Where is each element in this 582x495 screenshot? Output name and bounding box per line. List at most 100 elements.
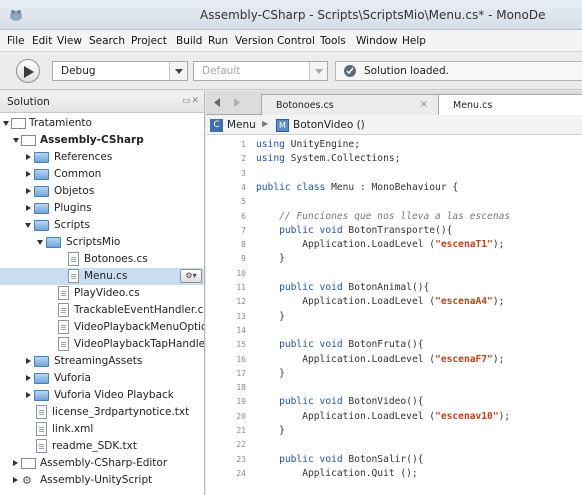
tree-item-videoplaybackmenuoption[interactable]: VideoPlaybackMenuOption <box>0 319 204 336</box>
menu-version-control[interactable]: Version Control <box>235 35 315 47</box>
collapse-icon[interactable] <box>13 477 18 483</box>
code-line[interactable]: 15 public void BotonFruta(){ <box>206 339 582 352</box>
code-line[interactable]: 1 using UnityEngine; <box>206 139 582 152</box>
code-line[interactable]: 3 <box>206 168 582 181</box>
menu-search[interactable]: Search <box>89 35 125 47</box>
code-text[interactable]: Application.LoadLevel ("escenaA4"); <box>256 296 504 307</box>
tree-item-link-xml[interactable]: link.xml <box>0 421 204 438</box>
code-text[interactable]: public void BotonVideo(){ <box>256 396 423 407</box>
code-text[interactable]: Application.Quit (); <box>256 468 418 479</box>
code-line[interactable]: 24 Application.Quit (); <box>206 468 582 481</box>
code-text[interactable]: } <box>256 368 285 379</box>
collapse-icon[interactable] <box>26 171 31 177</box>
code-line[interactable]: 13 } <box>206 311 582 324</box>
code-text[interactable]: Application.LoadLevel ("escenaF7"); <box>256 354 504 365</box>
code-text[interactable]: } <box>256 253 285 264</box>
code-text[interactable]: using UnityEngine; <box>256 139 360 150</box>
expand-icon[interactable] <box>25 223 31 228</box>
code-line[interactable]: 20 Application.LoadLevel ("escenav10"); <box>206 411 582 424</box>
code-line[interactable]: 12 Application.LoadLevel ("escenaA4"); <box>206 296 582 309</box>
menu-edit[interactable]: Edit <box>32 35 52 47</box>
code-line[interactable]: 23 public void BotonSalir(){ <box>206 454 582 467</box>
code-text[interactable]: // Funciones que nos lleva a las escenas <box>256 211 510 222</box>
code-line[interactable]: 2 using System.Collections; <box>206 153 582 166</box>
tree-item-videoplaybacktaphandler[interactable]: VideoPlaybackTapHandler <box>0 336 204 353</box>
gear-icon[interactable]: ⚙▾ <box>180 269 202 283</box>
code-text[interactable]: public void BotonFruta(){ <box>256 339 423 350</box>
code-line[interactable]: 11 public void BotonAnimal(){ <box>206 282 582 295</box>
tree-item-assembly-csharp[interactable]: Assembly-CSharp <box>0 132 204 149</box>
collapse-icon[interactable] <box>26 188 31 194</box>
menu-tools[interactable]: Tools <box>320 35 346 47</box>
menu-view[interactable]: View <box>57 35 82 47</box>
tree-item-readme-sdk-txt[interactable]: readme_SDK.txt <box>0 438 204 455</box>
pad-controls-icon[interactable]: ▭✕ <box>182 96 200 106</box>
code-line[interactable]: 14 <box>206 325 582 338</box>
code-line[interactable]: 16 Application.LoadLevel ("escenaF7"); <box>206 354 582 367</box>
code-line[interactable]: 10 <box>206 268 582 281</box>
tree-item-streamingassets[interactable]: StreamingAssets <box>0 353 204 370</box>
run-button[interactable] <box>16 59 40 83</box>
tree-item-references[interactable]: References <box>0 149 204 166</box>
tree-item-plugins[interactable]: Plugins <box>0 200 204 217</box>
code-text[interactable]: public void BotonTransporte(){ <box>256 225 452 236</box>
path-class[interactable]: Menu <box>227 119 256 131</box>
expand-icon[interactable] <box>37 240 43 245</box>
platform-select[interactable]: Default <box>193 61 328 81</box>
tree-item-assembly-unityscript[interactable]: ⚙ Assembly-UnityScript <box>0 472 204 489</box>
code-line[interactable]: 7 public void BotonTransporte(){ <box>206 225 582 238</box>
collapse-icon[interactable] <box>26 205 31 211</box>
tree-item-objetos[interactable]: Objetos <box>0 183 204 200</box>
code-line[interactable]: 21 } <box>206 425 582 438</box>
code-line[interactable]: 8 Application.LoadLevel ("escenaT1"); <box>206 239 582 252</box>
code-line[interactable]: 17 } <box>206 368 582 381</box>
code-text[interactable]: } <box>256 425 285 436</box>
nav-back-icon[interactable] <box>214 98 220 107</box>
nav-forward-icon[interactable] <box>234 98 240 107</box>
code-line[interactable]: 18 <box>206 382 582 395</box>
menu-build[interactable]: Build <box>176 35 202 47</box>
code-line[interactable]: 6 // Funciones que nos lleva a las escen… <box>206 211 582 224</box>
code-text[interactable]: using System.Collections; <box>256 153 400 164</box>
code-line[interactable]: 4 public class Menu : MonoBehaviour { <box>206 182 582 195</box>
tree-item-menu-cs[interactable]: Menu.cs ⚙▾ <box>0 268 204 285</box>
collapse-icon[interactable] <box>26 358 31 364</box>
tree-item-vuforia-video-playback[interactable]: Vuforia Video Playback <box>0 387 204 404</box>
tree-item-botonoes-cs[interactable]: Botonoes.cs <box>0 251 204 268</box>
collapse-icon[interactable] <box>26 375 31 381</box>
path-member[interactable]: BotonVideo () <box>293 119 365 131</box>
tree-item-trackableeventhandler-cs[interactable]: TrackableEventHandler.cs <box>0 302 204 319</box>
tree-item-playvideo-cs[interactable]: PlayVideo.cs <box>0 285 204 302</box>
configuration-select[interactable]: Debug <box>52 61 188 81</box>
tree-item-vuforia[interactable]: Vuforia <box>0 370 204 387</box>
code-line[interactable]: 9 } <box>206 253 582 266</box>
menu-window[interactable]: Window <box>356 35 397 47</box>
tab-menu-cs[interactable]: Menu.cs <box>438 94 582 115</box>
menu-help[interactable]: Help <box>402 35 426 47</box>
tree-item-scripts[interactable]: Scripts <box>0 217 204 234</box>
close-icon[interactable]: × <box>420 99 428 110</box>
code-text[interactable]: Application.LoadLevel ("escenaT1"); <box>256 239 504 250</box>
code-text[interactable]: public class Menu : MonoBehaviour { <box>256 182 458 193</box>
collapse-icon[interactable] <box>13 460 18 466</box>
tree-item-license-txt[interactable]: license_3rdpartynotice.txt <box>0 404 204 421</box>
code-line[interactable]: 22 <box>206 439 582 452</box>
menu-file[interactable]: File <box>7 35 25 47</box>
menu-run[interactable]: Run <box>208 35 228 47</box>
code-line[interactable]: 5 <box>206 196 582 209</box>
collapse-icon[interactable] <box>26 154 31 160</box>
menu-project[interactable]: Project <box>131 35 167 47</box>
expand-icon[interactable] <box>13 138 19 143</box>
tab-botonoes-cs[interactable]: Botonoes.cs × <box>261 94 441 115</box>
expand-icon[interactable] <box>3 121 9 126</box>
tree-item-common[interactable]: Common <box>0 166 204 183</box>
code-text[interactable]: } <box>256 311 285 322</box>
code-line[interactable]: 19 public void BotonVideo(){ <box>206 396 582 409</box>
tree-item-assembly-csharp-editor[interactable]: Assembly-CSharp-Editor <box>0 455 204 472</box>
tree-item-scriptsmio[interactable]: ScriptsMio <box>0 234 204 251</box>
tree-item-tratamiento[interactable]: Tratamiento <box>0 115 204 132</box>
code-text[interactable]: public void BotonAnimal(){ <box>256 282 429 293</box>
code-text[interactable]: Application.LoadLevel ("escenav10"); <box>256 411 510 422</box>
code-text[interactable]: public void BotonSalir(){ <box>256 454 423 465</box>
collapse-icon[interactable] <box>26 392 31 398</box>
